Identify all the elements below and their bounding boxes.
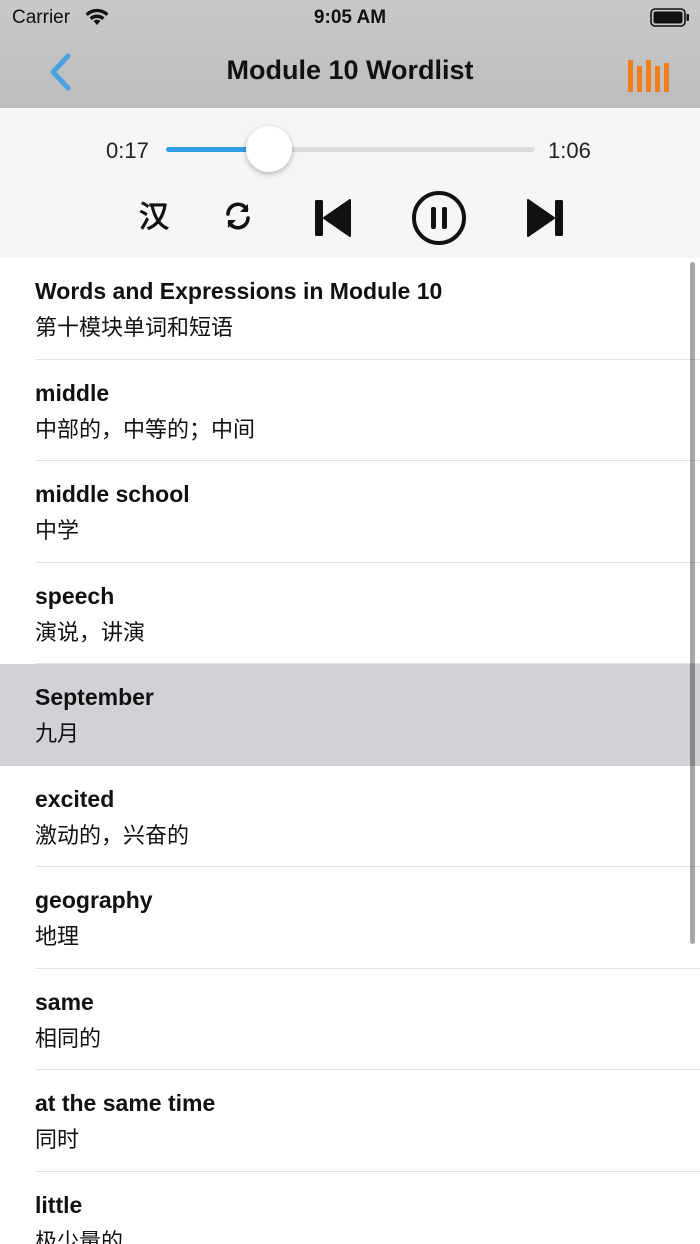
word-chinese: 九月 [35, 721, 80, 746]
word-chinese: 第十模块单词和短语 [35, 315, 234, 340]
progress-slider[interactable] [166, 126, 535, 172]
word-english: Words and Expressions in Module 10 [35, 278, 443, 304]
list-item[interactable]: excited 激动的，兴奋的 [0, 765, 700, 867]
list-item[interactable]: middle school 中学 [0, 461, 700, 563]
word-chinese: 地理 [35, 924, 80, 949]
word-english: geography [35, 887, 153, 913]
battery-icon [650, 8, 689, 27]
skip-previous-icon [315, 199, 351, 237]
word-english: middle [35, 379, 110, 406]
word-english: at the same time [35, 1090, 216, 1116]
list-item[interactable]: Words and Expressions in Module 10 第十模块单… [0, 258, 700, 360]
status-bar: Carrier 9:05 AM [0, 0, 700, 36]
app-screen: Carrier 9:05 AM Module 10 Wordlist 0:17 … [0, 0, 700, 1244]
total-time-label: 1:06 [548, 138, 591, 163]
repeat-icon [226, 202, 250, 230]
list-item[interactable]: September 九月 [0, 664, 700, 766]
word-english: speech [35, 582, 115, 609]
list-item[interactable]: speech 演说，讲演 [0, 562, 700, 664]
word-chinese: 极少量的 [35, 1228, 124, 1244]
pause-button[interactable] [411, 190, 467, 246]
word-english: September [35, 684, 154, 710]
navigation-bar: Carrier 9:05 AM Module 10 Wordlist [0, 0, 700, 108]
page-title: Module 10 Wordlist [226, 55, 474, 85]
list-item[interactable]: geography 地理 [0, 867, 700, 969]
list-item[interactable]: middle 中部的，中等的；中间 [0, 359, 700, 461]
list-item[interactable]: little 极少量的 [0, 1171, 700, 1244]
word-chinese: 演说，讲演 [35, 619, 146, 645]
pause-icon [412, 191, 466, 245]
progress-thumb[interactable] [246, 126, 293, 172]
word-chinese: 中部的，中等的；中间 [35, 416, 256, 442]
chinese-toggle-button[interactable]: 汉 [134, 194, 174, 234]
word-chinese: 相同的 [35, 1025, 102, 1051]
word-chinese: 同时 [35, 1127, 80, 1152]
list-scrollbar[interactable] [690, 262, 695, 944]
word-english: middle school [35, 481, 190, 507]
list-item[interactable]: at the same time 同时 [0, 1070, 700, 1172]
word-chinese: 激动的，兴奋的 [35, 822, 190, 848]
word-list: Words and Expressions in Module 10 第十模块单… [0, 258, 700, 1244]
next-button[interactable] [524, 196, 568, 240]
word-english: little [35, 1191, 83, 1218]
list-item[interactable]: same 相同的 [0, 968, 700, 1070]
word-chinese: 中学 [35, 518, 80, 543]
word-english: excited [35, 785, 115, 812]
word-english: same [35, 988, 94, 1015]
status-time: 9:05 AM [313, 7, 387, 28]
bars-icon[interactable] [628, 56, 670, 92]
audio-player: 0:17 1:06 汉 [0, 108, 700, 258]
skip-next-icon [527, 199, 563, 237]
repeat-button[interactable] [220, 198, 256, 234]
previous-button[interactable] [310, 196, 354, 240]
current-time-label: 0:17 [106, 138, 149, 163]
